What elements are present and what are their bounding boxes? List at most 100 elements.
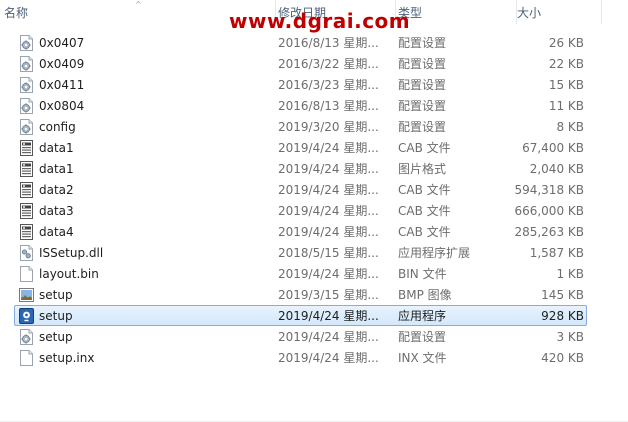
file-row[interactable]: data3 2019/4/24 星期... CAB 文件 666,000 KB: [14, 200, 587, 221]
file-size: 928 KB: [541, 309, 584, 323]
file-type: INX 文件: [398, 351, 447, 365]
file-date: 2019/4/24 星期...: [278, 141, 379, 155]
cab-file-icon: [19, 161, 34, 177]
blank-file-icon: [19, 266, 34, 282]
file-date: 2019/4/24 星期...: [278, 351, 379, 365]
setup-application-icon: [19, 308, 34, 324]
column-header-size[interactable]: 大小: [509, 0, 602, 24]
config-settings-icon: [19, 119, 34, 135]
file-date: 2019/3/15 星期...: [278, 288, 379, 302]
file-size: 8 KB: [556, 120, 584, 134]
file-row[interactable]: 0x0409 2016/3/22 星期... 配置设置 22 KB: [14, 53, 587, 74]
cab-file-icon: [19, 203, 34, 219]
file-row[interactable]: setup.inx 2019/4/24 星期... INX 文件 420 KB: [14, 347, 587, 368]
file-size: 420 KB: [541, 351, 584, 365]
sort-ascending-icon: ^: [135, 0, 142, 9]
file-date: 2019/4/24 星期...: [278, 267, 379, 281]
file-row[interactable]: 0x0804 2016/8/13 星期... 配置设置 11 KB: [14, 95, 587, 116]
file-type: 配置设置: [398, 99, 447, 113]
file-name: data3: [39, 204, 74, 218]
file-date: 2019/4/24 星期...: [278, 204, 379, 218]
file-size: 11 KB: [548, 99, 584, 113]
file-row[interactable]: data4 2019/4/24 星期... CAB 文件 285,263 KB: [14, 221, 587, 242]
file-type: CAB 文件: [398, 183, 451, 197]
file-size: 3 KB: [556, 330, 584, 344]
file-row[interactable]: 0x0407 2016/8/13 星期... 配置设置 26 KB: [14, 32, 587, 53]
file-type: 配置设置: [398, 330, 447, 344]
file-name: data1: [39, 141, 74, 155]
file-row[interactable]: data1 2019/4/24 星期... CAB 文件 67,400 KB: [14, 137, 587, 158]
file-size: 1 KB: [556, 267, 584, 281]
file-name: setup: [39, 330, 73, 344]
file-size: 22 KB: [548, 57, 584, 71]
file-type: 图片格式: [398, 162, 447, 176]
file-row[interactable]: setup 2019/4/24 星期... 应用程序 928 KB: [14, 305, 587, 326]
file-type: 配置设置: [398, 120, 447, 134]
file-date: 2016/3/23 星期...: [278, 78, 379, 92]
file-row[interactable]: data2 2019/4/24 星期... CAB 文件 594,318 KB: [14, 179, 587, 200]
file-type: BIN 文件: [398, 267, 447, 281]
file-size: 2,040 KB: [529, 162, 584, 176]
file-name: 0x0407: [39, 36, 85, 50]
file-date: 2018/5/15 星期...: [278, 246, 379, 260]
file-name: config: [39, 120, 76, 134]
file-size: 26 KB: [548, 36, 584, 50]
file-date: 2019/4/24 星期...: [278, 330, 379, 344]
file-type: 应用程序扩展: [398, 246, 471, 260]
file-size: 666,000 KB: [514, 204, 584, 218]
file-row[interactable]: data1 2019/4/24 星期... 图片格式 2,040 KB: [14, 158, 587, 179]
file-type: BMP 图像: [398, 288, 452, 302]
cab-file-icon: [19, 182, 34, 198]
file-row[interactable]: setup 2019/4/24 星期... 配置设置 3 KB: [14, 326, 587, 347]
file-type: 配置设置: [398, 78, 447, 92]
file-date: 2019/4/24 星期...: [278, 225, 379, 239]
file-row[interactable]: layout.bin 2019/4/24 星期... BIN 文件 1 KB: [14, 263, 587, 284]
file-size: 1,587 KB: [529, 246, 584, 260]
config-settings-icon: [19, 77, 34, 93]
file-type: CAB 文件: [398, 225, 451, 239]
config-settings-icon: [19, 329, 34, 345]
file-name: 0x0804: [39, 99, 85, 113]
file-name: data2: [39, 183, 74, 197]
file-row[interactable]: 0x0411 2016/3/23 星期... 配置设置 15 KB: [14, 74, 587, 95]
file-date: 2019/4/24 星期...: [278, 162, 379, 176]
file-name: data1: [39, 162, 74, 176]
file-row[interactable]: ISSetup.dll 2018/5/15 星期... 应用程序扩展 1,587 KB: [14, 242, 587, 263]
file-date: 2019/3/20 星期...: [278, 120, 379, 134]
blank-file-icon: [19, 350, 34, 366]
file-type: 配置设置: [398, 36, 447, 50]
file-name: 0x0411: [39, 78, 85, 92]
dll-file-icon: [19, 245, 34, 261]
file-size: 67,400 KB: [522, 141, 584, 155]
file-type: CAB 文件: [398, 204, 451, 218]
file-size: 15 KB: [548, 78, 584, 92]
file-size: 594,318 KB: [514, 183, 584, 197]
file-row[interactable]: setup 2019/3/15 星期... BMP 图像 145 KB: [14, 284, 587, 305]
file-name: setup: [39, 309, 73, 323]
file-date: 2019/4/24 星期...: [278, 183, 379, 197]
file-date: 2016/8/13 星期...: [278, 99, 379, 113]
file-type: CAB 文件: [398, 141, 451, 155]
config-settings-icon: [19, 98, 34, 114]
bmp-image-icon: [19, 287, 34, 303]
file-name: 0x0409: [39, 57, 85, 71]
config-settings-icon: [19, 35, 34, 51]
watermark-text: www.dgrai.com: [229, 9, 411, 33]
file-row[interactable]: config 2019/3/20 星期... 配置设置 8 KB: [14, 116, 587, 137]
file-name: layout.bin: [39, 267, 99, 281]
file-date: 2016/3/22 星期...: [278, 57, 379, 71]
config-settings-icon: [19, 56, 34, 72]
file-name: setup: [39, 288, 73, 302]
cab-file-icon: [19, 224, 34, 240]
file-size: 145 KB: [541, 288, 584, 302]
cab-file-icon: [19, 140, 34, 156]
column-header-size-label: 大小: [517, 6, 542, 20]
file-name: ISSetup.dll: [39, 246, 104, 260]
file-name: setup.inx: [39, 351, 95, 365]
file-date: 2016/8/13 星期...: [278, 36, 379, 50]
column-header-name-label: 名称: [4, 6, 29, 20]
file-type: 应用程序: [398, 309, 447, 323]
file-name: data4: [39, 225, 74, 239]
file-size: 285,263 KB: [514, 225, 584, 239]
file-date: 2019/4/24 星期...: [278, 309, 379, 323]
